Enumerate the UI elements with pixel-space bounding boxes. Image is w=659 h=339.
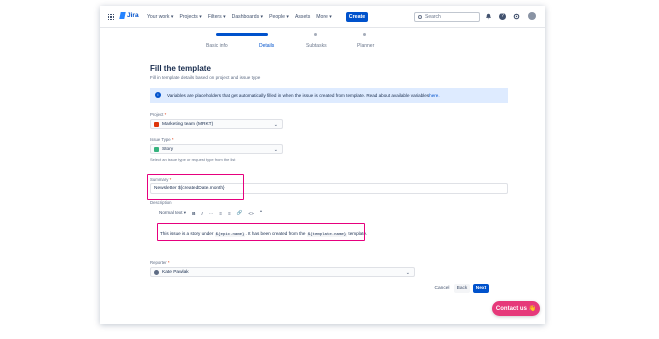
text-style-dropdown[interactable]: Normal text ▾ <box>159 210 186 216</box>
nav-filters[interactable]: Filters ▾ <box>208 14 226 20</box>
nav-people[interactable]: People ▾ <box>269 14 289 20</box>
reporter-value: Kate Pawlak <box>162 269 189 275</box>
issue-type-hint: Select an issue type or request type fro… <box>150 157 236 162</box>
project-required-mark: * <box>164 112 167 117</box>
info-link[interactable]: here. <box>429 93 439 98</box>
jira-logo-text: Jira <box>127 12 139 19</box>
jira-logo[interactable]: Jira <box>119 12 139 19</box>
issue-type-label-text: Issue Type <box>150 137 171 142</box>
more-formatting-icon[interactable]: ··· <box>209 211 214 216</box>
issue-type-select[interactable]: Story ⌄ <box>150 144 283 154</box>
nav-assets[interactable]: Assets <box>295 14 310 20</box>
info-icon: i <box>155 92 161 98</box>
issue-type-value: Story <box>162 146 174 152</box>
description-label: Description <box>150 200 172 205</box>
top-navigation: Jira Your work ▾ Projects ▾ Filters ▾ Da… <box>100 6 545 28</box>
link-icon[interactable]: 🔗 <box>237 210 243 216</box>
help-icon[interactable]: ? <box>499 13 506 20</box>
jira-logo-mark <box>119 12 126 19</box>
page-subtitle: Fill in template details based on projec… <box>150 75 261 80</box>
project-select[interactable]: Marketing team (MRKT) ⌄ <box>150 119 283 129</box>
wizard-progress: Basic info Details Subtasks Planner <box>100 28 545 54</box>
bullet-list-icon[interactable]: ≡ <box>219 211 222 216</box>
cancel-button[interactable]: Cancel <box>432 284 452 293</box>
project-value: Marketing team (MRKT) <box>162 121 214 127</box>
progress-bar <box>216 33 268 36</box>
info-banner: i Variables are placeholders that get au… <box>150 88 508 103</box>
project-label-text: Project <box>150 112 164 117</box>
description-highlight <box>157 223 365 241</box>
italic-icon[interactable]: I <box>201 211 202 216</box>
quote-icon[interactable]: ❞ <box>260 210 262 216</box>
project-label: Project * <box>150 112 166 117</box>
create-button[interactable]: Create <box>346 12 368 22</box>
numbered-list-icon[interactable]: ≡ <box>228 211 231 216</box>
reporter-label-text: Reporter <box>150 260 167 265</box>
chevron-down-icon: ⌄ <box>273 121 278 128</box>
next-button[interactable]: Next <box>473 284 489 293</box>
step-details[interactable]: Details <box>259 43 274 49</box>
app-switcher-icon[interactable] <box>108 14 114 20</box>
page-title: Fill the template <box>150 64 211 73</box>
info-text: Variables are placeholders that get auto… <box>167 93 430 98</box>
reporter-avatar <box>154 269 159 275</box>
step-dot-subtasks <box>314 33 317 36</box>
nav-projects[interactable]: Projects ▾ <box>179 14 201 20</box>
bold-icon[interactable]: B <box>192 211 195 216</box>
story-icon <box>154 146 159 152</box>
user-avatar[interactable] <box>528 12 536 20</box>
nav-your-work[interactable]: Your work ▾ <box>147 14 173 20</box>
step-basic-info[interactable]: Basic info <box>206 43 228 49</box>
issue-type-required-mark: * <box>171 137 174 142</box>
search-input[interactable]: Search <box>414 12 480 22</box>
search-icon <box>418 15 422 19</box>
notifications-icon[interactable] <box>485 13 492 20</box>
main-nav: Your work ▾ Projects ▾ Filters ▾ Dashboa… <box>147 14 332 20</box>
back-button[interactable]: Back <box>454 284 470 293</box>
step-subtasks[interactable]: Subtasks <box>306 43 327 49</box>
description-editor[interactable]: Normal text ▾ B I ··· ≡ ≡ 🔗 <> ❞ This is… <box>150 206 508 246</box>
step-dot-planner <box>363 33 366 36</box>
reporter-label: Reporter * <box>150 260 170 265</box>
nav-dashboards[interactable]: Dashboards ▾ <box>232 14 263 20</box>
chevron-down-icon: ⌄ <box>405 269 410 276</box>
reporter-select[interactable]: Kate Pawlak ⌄ <box>150 267 415 277</box>
reporter-required-mark: * <box>167 260 170 265</box>
editor-toolbar: Normal text ▾ B I ··· ≡ ≡ 🔗 <> ❞ <box>159 210 262 216</box>
step-planner[interactable]: Planner <box>357 43 374 49</box>
search-placeholder: Search <box>425 14 441 20</box>
nav-more[interactable]: More ▾ <box>316 14 332 20</box>
code-icon[interactable]: <> <box>248 211 253 216</box>
settings-icon[interactable] <box>513 13 520 20</box>
project-icon <box>154 121 159 127</box>
jira-window: Jira Your work ▾ Projects ▾ Filters ▾ Da… <box>100 6 545 324</box>
chevron-down-icon: ⌄ <box>273 146 278 153</box>
issue-type-label: Issue Type * <box>150 137 174 142</box>
summary-highlight <box>147 174 244 200</box>
contact-us-button[interactable]: Contact us 👋 <box>492 301 540 316</box>
